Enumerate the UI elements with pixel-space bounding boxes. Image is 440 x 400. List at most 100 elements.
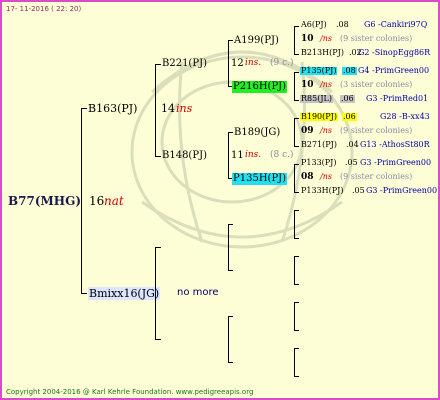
root-year: 16 [89, 194, 105, 208]
connector [294, 210, 299, 211]
connector [155, 64, 161, 65]
connector [294, 146, 299, 147]
connector [155, 247, 156, 339]
gen4-name[interactable]: B213H(PJ) [301, 49, 344, 57]
footer-copyright: Copyright 2004-2016 @ Karl Kehrle Founda… [6, 388, 254, 396]
gen4-name[interactable]: P133H(PJ) [301, 187, 343, 195]
connector [228, 224, 233, 225]
gen3-b189[interactable]: B189(JG) [234, 128, 280, 138]
connector [228, 40, 229, 86]
gen4-year: 10 [301, 80, 314, 90]
gen4-num: .08 [336, 20, 349, 29]
connector [294, 118, 295, 146]
gen3-p216h[interactable]: P216H(PJ) [232, 81, 288, 93]
connector [81, 293, 87, 294]
connector [294, 256, 299, 257]
gen4-siblings: (3 sister colonies) [340, 80, 413, 89]
sire-suffix: ins [176, 102, 193, 115]
gen3-p135h[interactable]: P135H(PJ) [232, 173, 288, 185]
gen2-dam-year: 11 [231, 150, 244, 161]
gen2-sire-year: 12 [231, 58, 244, 69]
connector [294, 210, 295, 238]
connector [155, 156, 161, 157]
connector [294, 118, 299, 119]
connector [294, 302, 295, 330]
connector [155, 247, 161, 248]
gen2-dam-name[interactable]: B148(PJ) [162, 151, 207, 161]
connector [294, 192, 299, 193]
gen4-siblings: (9 sister colonies) [340, 34, 413, 43]
connector [228, 316, 229, 362]
connector [81, 108, 82, 293]
connector [294, 330, 299, 331]
connector [294, 302, 299, 303]
connector [294, 54, 299, 55]
connector [294, 238, 299, 239]
connector [294, 100, 299, 101]
gen4-siblings: (9 sister colonies) [340, 172, 413, 181]
gen4-origin: G28 -B-xx43 [380, 112, 430, 121]
gen4-num: .08 [342, 66, 357, 75]
gen4-suffix: /ns [320, 34, 332, 43]
connector [228, 362, 233, 363]
connector [228, 316, 233, 317]
connector [228, 40, 233, 41]
dam-name[interactable]: Bmixx16(JG) [88, 287, 161, 300]
gen4-year: 10 [301, 34, 314, 44]
gen4-name[interactable]: R85(JL) [300, 95, 333, 103]
connector [294, 72, 295, 100]
gen4-origin: G4 -PrimGreen00 [358, 66, 430, 75]
pedigree-frame: 17- 11-2016 ( 22: 20) B77(MHG) 16 nat B1… [0, 0, 440, 400]
dam-note: no more [177, 287, 219, 298]
gen4-origin: G3 -PrimRed01 [366, 94, 429, 103]
gen4-origin: G3 -PrimGreen00 [366, 186, 438, 195]
gen2-sire-suffix: ins. [245, 58, 262, 68]
gen4-suffix: /ns [320, 80, 332, 89]
gen4-year: 09 [301, 126, 314, 136]
connector [294, 284, 299, 285]
gen4-suffix: /ns [320, 126, 332, 135]
gen4-origin: G2 -SinopEgg86R [358, 48, 431, 57]
gen4-year: 08 [301, 172, 314, 182]
gen4-origin: G13 -AthosSt80R [360, 140, 430, 149]
connector [294, 26, 295, 54]
sire-year: 14 [161, 102, 175, 115]
connector [228, 132, 229, 178]
gen4-name[interactable]: P133(PJ) [301, 159, 336, 167]
gen3-a199[interactable]: A199(PJ) [234, 36, 279, 46]
connector [228, 224, 229, 270]
gen4-num: .06 [342, 112, 357, 121]
connector [228, 132, 233, 133]
connector [294, 164, 295, 192]
connector [294, 26, 299, 27]
gen4-name[interactable]: B190(PJ) [300, 113, 338, 121]
connector [228, 270, 233, 271]
gen4-name[interactable]: B271(PJ) [301, 141, 337, 149]
gen4-num: .06 [340, 94, 355, 103]
gen4-name[interactable]: P135(PJ) [300, 67, 338, 75]
gen2-sire-siblings: (9 c.) [270, 58, 294, 68]
gen2-dam-suffix: ins. [245, 150, 262, 160]
gen4-name[interactable]: A6(PJ) [301, 21, 327, 29]
connector [294, 164, 299, 165]
gen4-suffix: /ns [320, 172, 332, 181]
gen4-origin: G3 -PrimGreen00 [360, 158, 432, 167]
gen4-num: .05 [352, 186, 365, 195]
gen4-siblings: (9 sister colonies) [340, 126, 413, 135]
root-suffix: nat [104, 194, 124, 208]
connector [155, 339, 161, 340]
gen2-dam-siblings: (8 c.) [270, 150, 294, 160]
root-name[interactable]: B77(MHG) [8, 195, 81, 207]
connector [294, 376, 299, 377]
gen4-num: .05 [345, 158, 358, 167]
gen4-num: .04 [346, 140, 359, 149]
gen2-sire-name[interactable]: B221(PJ) [162, 59, 207, 69]
connector [155, 64, 156, 156]
header-date: 17- 11-2016 ( 22: 20) [6, 5, 82, 13]
connector [81, 108, 87, 109]
connector [294, 348, 295, 376]
gen4-origin: G6 -Cankiri97Q [364, 20, 428, 29]
connector [294, 72, 299, 73]
connector [294, 348, 299, 349]
sire-name[interactable]: B163(PJ) [88, 103, 137, 114]
